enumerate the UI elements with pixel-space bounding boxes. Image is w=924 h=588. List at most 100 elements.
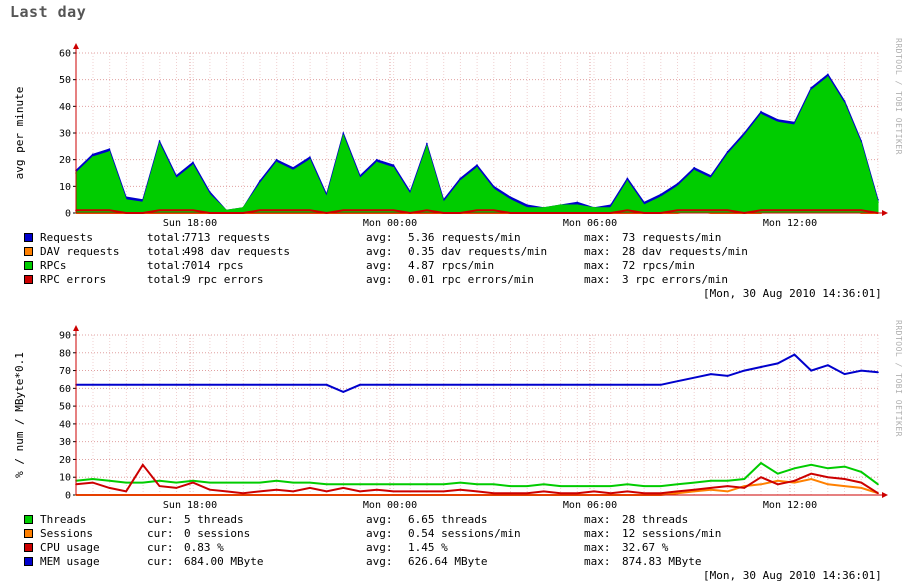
data-point bbox=[426, 483, 428, 486]
legend-swatch bbox=[24, 233, 33, 242]
data-point bbox=[810, 472, 812, 475]
data-point bbox=[409, 490, 411, 493]
data-point bbox=[609, 492, 612, 495]
data-point bbox=[476, 166, 478, 169]
y-tick-label: 10 bbox=[59, 473, 71, 484]
data-point bbox=[659, 485, 662, 487]
legend-v2: 5.36 requests/min bbox=[408, 231, 521, 244]
data-point bbox=[559, 383, 562, 386]
data-point bbox=[810, 209, 812, 212]
data-point bbox=[208, 193, 211, 196]
data-point bbox=[442, 483, 445, 486]
legend-c1: cur: bbox=[147, 513, 174, 526]
x-tick-label: Sun 18:00 bbox=[163, 500, 217, 511]
data-point bbox=[676, 490, 679, 493]
legend-v2: 1.45 % bbox=[408, 541, 448, 554]
data-point bbox=[626, 490, 629, 493]
data-point bbox=[258, 180, 261, 182]
data-point bbox=[693, 209, 696, 212]
data-point bbox=[258, 209, 261, 212]
data-point bbox=[392, 209, 395, 212]
data-point bbox=[559, 492, 562, 495]
data-point bbox=[659, 492, 662, 495]
legend-v2: 6.65 threads bbox=[408, 513, 488, 526]
data-point bbox=[760, 209, 762, 212]
data-point bbox=[342, 134, 345, 137]
data-point bbox=[576, 383, 579, 386]
data-point bbox=[192, 164, 194, 166]
data-point bbox=[208, 190, 211, 193]
data-point bbox=[827, 364, 829, 367]
data-point bbox=[710, 479, 712, 482]
data-point bbox=[776, 362, 779, 365]
rrdtool-watermark: RRDTOOL / TOBI OETIKER bbox=[894, 320, 903, 437]
data-point bbox=[225, 490, 228, 493]
legend-c2: avg: bbox=[366, 245, 393, 258]
x-tick-label: Mon 12:00 bbox=[763, 500, 817, 511]
data-point bbox=[793, 479, 796, 482]
data-point bbox=[142, 463, 144, 466]
data-point bbox=[659, 383, 662, 386]
data-point bbox=[743, 478, 746, 480]
data-point bbox=[342, 391, 345, 393]
data-point bbox=[793, 124, 796, 126]
data-point bbox=[476, 490, 478, 493]
data-point bbox=[776, 121, 779, 124]
legend-swatch bbox=[24, 543, 33, 552]
legend-c2: avg: bbox=[366, 273, 393, 286]
data-point bbox=[242, 481, 244, 484]
data-point bbox=[626, 383, 629, 386]
data-point bbox=[292, 166, 295, 169]
data-point bbox=[359, 209, 361, 212]
legend-v2: 4.87 rpcs/min bbox=[408, 259, 495, 272]
data-point bbox=[827, 467, 829, 470]
data-point bbox=[142, 201, 144, 204]
x-axis-arrow bbox=[882, 492, 888, 498]
data-point bbox=[426, 142, 428, 145]
data-point bbox=[392, 483, 395, 486]
legend-name: Requests bbox=[40, 231, 93, 244]
legend-v1: 0.83 % bbox=[184, 541, 224, 554]
data-point bbox=[509, 196, 512, 198]
legend-c3: max: bbox=[584, 259, 611, 272]
data-point bbox=[827, 209, 829, 212]
data-point bbox=[492, 383, 495, 386]
data-point bbox=[325, 483, 328, 486]
y-tick-label: 0 bbox=[65, 209, 71, 220]
y-tick-label: 70 bbox=[59, 366, 71, 377]
data-point bbox=[108, 148, 111, 150]
data-point bbox=[509, 198, 512, 201]
legend-v2: 0.01 rpc errors/min bbox=[408, 273, 534, 286]
data-point bbox=[375, 161, 378, 164]
data-point bbox=[375, 483, 378, 486]
data-point bbox=[526, 204, 528, 206]
data-point bbox=[91, 209, 94, 212]
data-point bbox=[776, 483, 779, 486]
data-point bbox=[175, 487, 178, 489]
data-point bbox=[476, 383, 478, 386]
data-point bbox=[158, 140, 161, 142]
y-tick-label: 50 bbox=[59, 402, 71, 413]
data-point bbox=[375, 488, 378, 491]
data-point bbox=[309, 156, 311, 158]
data-point bbox=[258, 182, 261, 185]
data-point bbox=[242, 383, 244, 386]
data-point bbox=[543, 483, 545, 486]
data-point bbox=[158, 209, 161, 212]
legend-v2: 626.64 MByte bbox=[408, 555, 488, 568]
data-point bbox=[676, 185, 679, 188]
data-point bbox=[626, 177, 629, 180]
legend-v1: 7014 rpcs bbox=[184, 259, 244, 272]
data-point bbox=[158, 479, 161, 482]
data-point bbox=[459, 481, 462, 484]
data-point bbox=[609, 204, 612, 206]
legend-v1: 9 rpc errors bbox=[184, 273, 264, 286]
data-point bbox=[743, 134, 746, 137]
legend-c2: avg: bbox=[366, 259, 393, 272]
data-point bbox=[192, 481, 194, 484]
data-point bbox=[526, 485, 528, 487]
legend-v2: 0.54 sessions/min bbox=[408, 527, 521, 540]
data-point bbox=[375, 209, 378, 212]
data-point bbox=[108, 487, 111, 489]
data-point bbox=[225, 481, 228, 484]
